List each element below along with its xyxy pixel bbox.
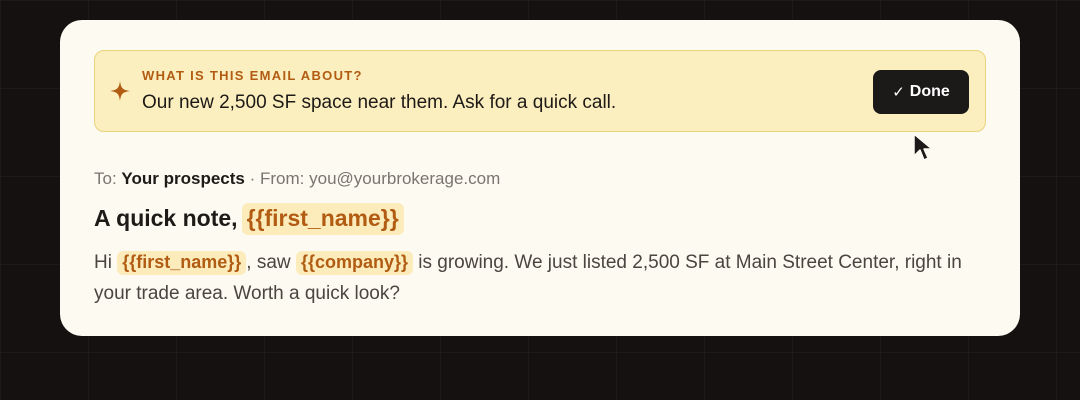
email-composer-card: WHAT IS THIS EMAIL ABOUT? Our new 2,500 … bbox=[60, 20, 1020, 336]
meta-separator: · bbox=[249, 169, 256, 188]
merge-tag-company[interactable]: {{company}} bbox=[295, 251, 413, 275]
from-label: From: bbox=[260, 169, 305, 188]
prompt-label: WHAT IS THIS EMAIL ABOUT? bbox=[142, 68, 363, 83]
checkmark-icon: ✓ bbox=[892, 83, 905, 101]
body-text-greeting: Hi bbox=[94, 252, 112, 273]
done-button[interactable]: ✓ Done bbox=[873, 70, 969, 114]
to-value[interactable]: Your prospects bbox=[121, 169, 244, 188]
email-topic-prompt: WHAT IS THIS EMAIL ABOUT? Our new 2,500 … bbox=[94, 50, 986, 132]
body-text-saw: , saw bbox=[246, 252, 291, 273]
mouse-pointer-icon bbox=[913, 133, 933, 161]
merge-tag-first-name[interactable]: {{first_name}} bbox=[241, 203, 404, 235]
to-label: To: bbox=[94, 169, 117, 188]
email-body[interactable]: Hi {{first_name}}, saw {{company}} is gr… bbox=[94, 247, 994, 309]
subject-text: A quick note, bbox=[94, 205, 238, 231]
email-recipient-line: To: Your prospects · From: you@yourbroke… bbox=[94, 169, 500, 189]
done-button-label: Done bbox=[909, 83, 950, 100]
from-value[interactable]: you@yourbrokerage.com bbox=[309, 169, 500, 188]
email-subject[interactable]: A quick note, {{first_name}} bbox=[94, 203, 404, 235]
merge-tag-first-name[interactable]: {{first_name}} bbox=[117, 251, 247, 275]
sparkle-icon bbox=[109, 80, 131, 102]
prompt-answer-text[interactable]: Our new 2,500 SF space near them. Ask fo… bbox=[142, 92, 616, 114]
